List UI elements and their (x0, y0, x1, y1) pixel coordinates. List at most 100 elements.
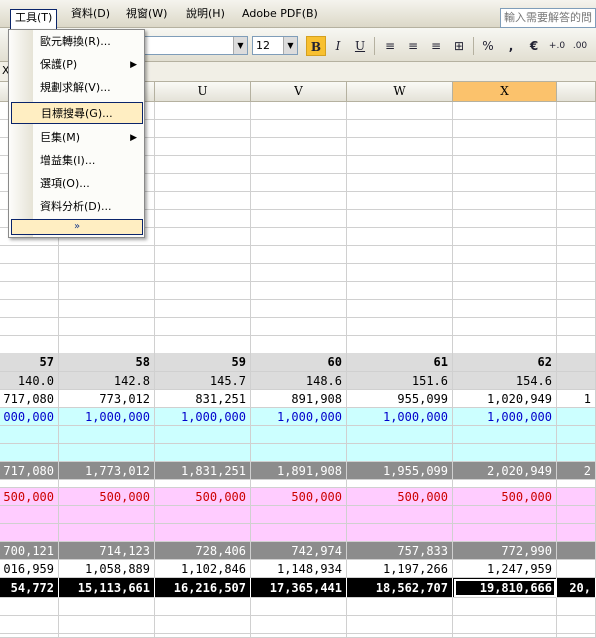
grid-cell[interactable] (251, 282, 347, 300)
underline-button[interactable]: U (350, 36, 370, 56)
table-cell[interactable]: 17,365,441 (251, 578, 347, 598)
grid-cell[interactable] (155, 336, 251, 354)
grid-cell[interactable] (347, 336, 453, 354)
grid-cell[interactable] (453, 300, 557, 318)
grid-cell[interactable] (251, 598, 347, 616)
grid-cell[interactable] (453, 282, 557, 300)
table-cell[interactable]: 1,020,949 (453, 390, 557, 408)
menu-item-macro[interactable]: 巨集(M) ▶ (11, 127, 143, 149)
grid-cell[interactable] (251, 192, 347, 210)
grid-cell[interactable] (59, 318, 155, 336)
grid-cell[interactable] (0, 282, 59, 300)
grid-cell[interactable] (453, 598, 557, 616)
table-cell[interactable]: 142.8 (59, 372, 155, 390)
table-cell[interactable]: 700,121 (0, 542, 59, 560)
grid-cell[interactable] (0, 480, 59, 488)
table-cell[interactable]: 15,113,661 (59, 578, 155, 598)
grid-cell[interactable] (453, 102, 557, 120)
grid-cell[interactable] (557, 480, 596, 488)
table-cell[interactable]: 148.6 (251, 372, 347, 390)
grid-cell[interactable] (347, 282, 453, 300)
grid-cell[interactable] (347, 102, 453, 120)
grid-cell[interactable] (155, 138, 251, 156)
grid-cell[interactable] (453, 616, 557, 634)
grid-cell[interactable] (251, 228, 347, 246)
grid-cell[interactable] (453, 426, 557, 444)
grid-cell[interactable] (453, 444, 557, 462)
table-cell[interactable]: 1,000,000 (347, 408, 453, 426)
grid-cell[interactable] (0, 264, 59, 282)
align-right-button[interactable]: ≡ (426, 36, 446, 56)
grid-cell[interactable] (453, 480, 557, 488)
table-cell[interactable]: 61 (347, 353, 453, 372)
grid-cell[interactable] (453, 156, 557, 174)
table-cell[interactable]: 1,000,000 (453, 408, 557, 426)
table-cell[interactable]: 000,000 (0, 408, 59, 426)
grid-cell[interactable] (0, 634, 59, 638)
grid-cell[interactable] (0, 598, 59, 616)
grid-cell[interactable] (557, 120, 596, 138)
grid-cell[interactable] (251, 120, 347, 138)
table-cell[interactable]: 151.6 (347, 372, 453, 390)
grid-cell[interactable] (59, 426, 155, 444)
table-cell[interactable]: 773,012 (59, 390, 155, 408)
table-cell[interactable] (557, 372, 596, 390)
table-cell[interactable] (557, 488, 596, 506)
grid-cell[interactable] (59, 598, 155, 616)
grid-cell[interactable] (347, 506, 453, 524)
grid-cell[interactable] (155, 480, 251, 488)
grid-cell[interactable] (0, 426, 59, 444)
grid-cell[interactable] (453, 524, 557, 542)
grid-cell[interactable] (453, 634, 557, 638)
grid-cell[interactable] (251, 506, 347, 524)
grid-cell[interactable] (347, 634, 453, 638)
grid-cell[interactable] (59, 264, 155, 282)
table-cell[interactable]: 1,000,000 (155, 408, 251, 426)
grid-cell[interactable] (59, 336, 155, 354)
table-cell[interactable]: 717,080 (0, 462, 59, 480)
table-cell[interactable]: 1,773,012 (59, 462, 155, 480)
grid-cell[interactable] (59, 444, 155, 462)
grid-cell[interactable] (557, 300, 596, 318)
grid-cell[interactable] (347, 616, 453, 634)
grid-cell[interactable] (251, 480, 347, 488)
grid-cell[interactable] (453, 228, 557, 246)
euro-button[interactable]: € (524, 36, 544, 56)
grid-cell[interactable] (557, 634, 596, 638)
grid-cell[interactable] (347, 318, 453, 336)
menu-item-euro-conversion[interactable]: 歐元轉換(R)... (11, 31, 143, 53)
table-cell[interactable] (557, 542, 596, 560)
column-header-x[interactable]: X (453, 82, 557, 102)
italic-button[interactable]: I (328, 36, 348, 56)
table-cell[interactable]: 714,123 (59, 542, 155, 560)
table-cell[interactable]: 154.6 (453, 372, 557, 390)
grid-cell[interactable] (155, 246, 251, 264)
table-cell[interactable]: 500,000 (155, 488, 251, 506)
font-size-select[interactable]: 12 ▼ (252, 36, 298, 55)
grid-cell[interactable] (453, 264, 557, 282)
increase-decimal-button[interactable]: +.0 (547, 36, 567, 56)
grid-cell[interactable] (155, 228, 251, 246)
table-cell[interactable]: 742,974 (251, 542, 347, 560)
grid-cell[interactable] (347, 138, 453, 156)
table-cell[interactable]: 140.0 (0, 372, 59, 390)
grid-cell[interactable] (251, 524, 347, 542)
table-cell[interactable]: 1,955,099 (347, 462, 453, 480)
grid-cell[interactable] (557, 598, 596, 616)
grid-cell[interactable] (155, 210, 251, 228)
grid-cell[interactable] (453, 120, 557, 138)
grid-cell[interactable] (155, 120, 251, 138)
grid-cell[interactable] (0, 444, 59, 462)
grid-cell[interactable] (0, 246, 59, 264)
grid-cell[interactable] (347, 480, 453, 488)
grid-cell[interactable] (251, 336, 347, 354)
menu-item-data-analysis[interactable]: 資料分析(D)... (11, 196, 143, 218)
grid-cell[interactable] (557, 228, 596, 246)
table-cell[interactable]: 2 (557, 462, 596, 480)
grid-cell[interactable] (347, 156, 453, 174)
grid-cell[interactable] (251, 318, 347, 336)
column-header-u[interactable]: U (155, 82, 251, 102)
grid-cell[interactable] (557, 506, 596, 524)
grid-cell[interactable] (155, 192, 251, 210)
grid-cell[interactable] (347, 524, 453, 542)
